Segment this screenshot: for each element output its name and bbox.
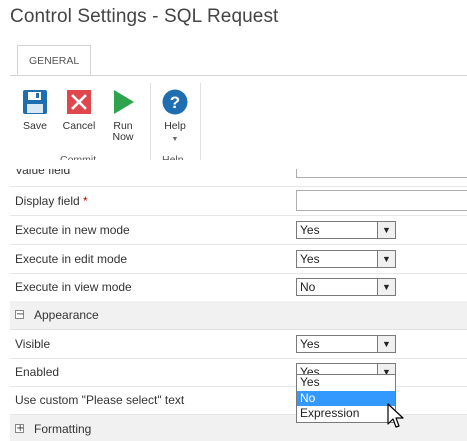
display-field-label: Display field * [15,194,88,208]
visible-select[interactable]: Yes ▼ [296,335,396,353]
enabled-row: Enabled Yes ▼ [10,358,467,387]
group-separator [150,83,151,161]
mouse-pointer-icon [387,403,404,428]
dropdown-option-no[interactable]: No [297,390,395,406]
help-button[interactable]: ? Help ▼ [155,89,195,145]
chevron-down-icon[interactable]: ▼ [377,251,395,267]
ribbon: Save Cancel Run Now ? Help ▼ Commit Help [10,75,467,166]
appearance-label: Appearance [34,308,99,322]
chevron-down-icon[interactable]: ▼ [155,134,195,145]
ribbon-tabstrip: GENERAL [10,45,467,76]
execute-new-select[interactable]: Yes ▼ [296,221,396,239]
chevron-down-icon[interactable]: ▼ [377,222,395,238]
execute-view-row: Execute in view mode No ▼ [10,273,467,302]
group-separator [200,83,201,161]
execute-edit-select[interactable]: Yes ▼ [296,250,396,268]
cancel-label: Cancel [62,120,96,132]
expand-icon[interactable]: + [15,424,24,434]
chevron-down-icon[interactable]: ▼ [377,279,395,295]
chevron-down-icon[interactable]: ▼ [377,336,395,352]
display-field-row: Display field * [10,187,467,216]
green-play-icon [114,90,134,114]
cancel-button[interactable]: Cancel [59,89,99,132]
visible-label: Visible [15,337,51,351]
save-label: Save [23,120,47,132]
appearance-section-header[interactable]: − Appearance [10,301,467,330]
collapse-icon[interactable]: − [15,310,24,320]
execute-new-label: Execute in new mode [15,223,130,237]
floppy-disk-icon [23,90,47,114]
enabled-label: Enabled [15,365,60,379]
enabled-dropdown-list: Yes No Expression [296,374,396,423]
ribbon-bottom-mask [10,160,467,169]
display-field-input[interactable] [296,190,467,211]
save-button[interactable]: Save [15,89,55,132]
svg-text:?: ? [170,93,180,112]
execute-view-select[interactable]: No ▼ [296,278,396,296]
red-x-icon [67,90,91,114]
page-title: Control Settings - SQL Request [10,6,279,27]
tab-general[interactable]: GENERAL [17,45,92,75]
visible-row: Visible Yes ▼ [10,330,467,359]
run-now-label-line2: Now [112,131,134,143]
dropdown-option-yes[interactable]: Yes [297,375,395,391]
execute-new-row: Execute in new mode Yes ▼ [10,216,467,245]
question-circle-icon: ? [162,89,188,115]
required-marker: * [83,194,88,208]
execute-edit-row: Execute in edit mode Yes ▼ [10,245,467,274]
execute-view-label: Execute in view mode [15,280,132,294]
execute-edit-label: Execute in edit mode [15,252,128,266]
dropdown-option-expression[interactable]: Expression [297,406,395,422]
run-now-button[interactable]: Run Now [103,89,143,143]
formatting-label: Formatting [34,422,92,436]
help-label: Help [164,120,186,132]
custom-select-text-label: Use custom "Please select" text [15,393,185,407]
